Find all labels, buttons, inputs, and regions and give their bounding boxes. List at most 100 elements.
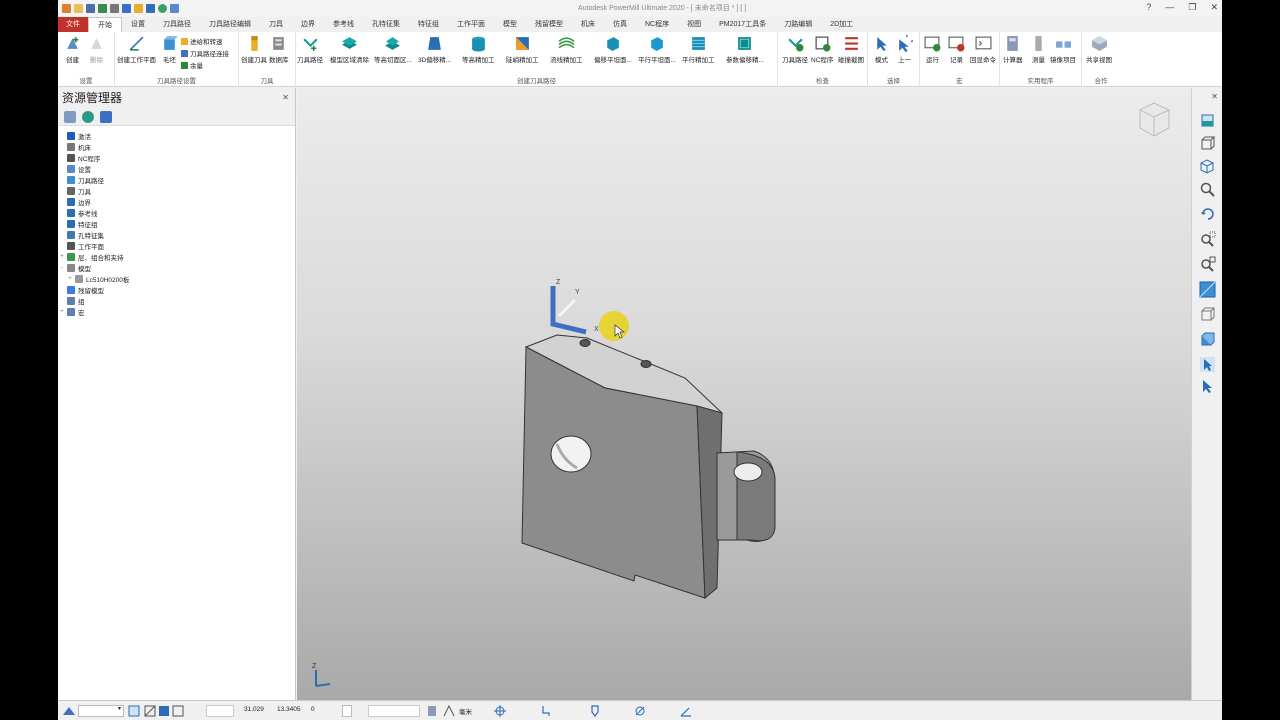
explorer-globe-icon[interactable] xyxy=(82,110,94,123)
workplane-status-icon[interactable] xyxy=(62,705,76,717)
status-command-field[interactable] xyxy=(368,705,420,717)
tab-view[interactable]: 视图 xyxy=(678,17,710,32)
explorer-tree-icon[interactable] xyxy=(64,110,76,123)
steep-finishing-button[interactable]: 陡峭精加工 xyxy=(506,35,539,64)
grid-status-icon[interactable] xyxy=(128,705,140,717)
delete-button[interactable]: 删除 xyxy=(88,35,105,64)
tree-item[interactable]: + Lc510H0200板 xyxy=(58,273,295,284)
collision-button[interactable]: 碰撞截图 xyxy=(838,35,864,64)
tree-item[interactable]: 孔特征集 xyxy=(58,229,295,240)
solid-view-icon[interactable] xyxy=(1199,331,1216,348)
refresh-icon[interactable] xyxy=(1199,206,1216,223)
graphics-viewport[interactable]: Z Y X Z xyxy=(297,88,1191,700)
tree-item[interactable]: 残留模型 xyxy=(58,284,295,295)
tool-icon[interactable] xyxy=(134,4,143,13)
help-icon[interactable]: ? xyxy=(1146,2,1151,13)
sphere-icon[interactable] xyxy=(158,4,167,13)
offset-flat-button[interactable]: 偏移平坦面... xyxy=(594,35,632,64)
view-toolbar-close-icon[interactable]: ✕ xyxy=(1211,92,1218,101)
tool-align-status-icon[interactable] xyxy=(540,705,552,717)
zoom-box-icon[interactable] xyxy=(1199,231,1216,248)
tab-toolpath-edit[interactable]: 刀具路径编辑 xyxy=(200,17,260,32)
tree-expander-icon[interactable]: + xyxy=(58,254,66,260)
toolpath-button[interactable]: 刀具路径 xyxy=(297,35,323,64)
tab-model[interactable]: 模型 xyxy=(494,17,526,32)
view-iso-icon[interactable] xyxy=(1199,112,1216,129)
tree-item[interactable]: 组 xyxy=(58,295,295,306)
undo-icon[interactable] xyxy=(110,4,119,13)
diameter-status-icon[interactable] xyxy=(634,705,646,717)
tab-home[interactable]: 开始 xyxy=(88,17,122,32)
tab-simulation[interactable]: 仿真 xyxy=(604,17,636,32)
tab-boundary[interactable]: 边界 xyxy=(292,17,324,32)
check-toolpath-button[interactable]: 刀具路径 xyxy=(782,35,808,64)
feeds-button[interactable]: 进给和转速 xyxy=(181,36,223,46)
tree-item[interactable]: 刀具路径 xyxy=(58,174,295,185)
tab-holes[interactable]: 孔特征集 xyxy=(363,17,409,32)
ortho-status-icon[interactable] xyxy=(158,705,170,717)
create-workplane-button[interactable]: 创建工作平面 xyxy=(117,35,156,64)
parametric-offset-button[interactable]: 参数偏移精... xyxy=(726,35,764,64)
echo-commands-button[interactable]: 回显命令 xyxy=(970,35,996,64)
tree-item[interactable]: 工作平面 xyxy=(58,240,295,251)
select-mode-button[interactable]: 模式 xyxy=(873,35,890,64)
zoom-fit-icon[interactable] xyxy=(1199,256,1216,273)
tree-item[interactable]: + 宏 xyxy=(58,306,295,317)
tab-setup[interactable]: 设置 xyxy=(122,17,154,32)
tab-machine[interactable]: 机床 xyxy=(572,17,604,32)
angle-status-icon[interactable] xyxy=(680,705,692,717)
close-icon[interactable]: ✕ xyxy=(1210,2,1218,13)
tree-expander-icon[interactable]: + xyxy=(58,309,66,315)
tab-workplane[interactable]: 工作平面 xyxy=(448,17,494,32)
layer-status-icon[interactable] xyxy=(172,705,184,717)
viewport-canvas[interactable]: Z Y X Z xyxy=(297,88,1191,700)
tree-item[interactable]: 刀具 xyxy=(58,185,295,196)
chart-icon[interactable] xyxy=(170,4,179,13)
tree-item[interactable]: NC程序 xyxy=(58,152,295,163)
shaded-view-icon[interactable] xyxy=(1199,281,1216,298)
tree-item[interactable]: 设置 xyxy=(58,163,295,174)
status-checkbox[interactable] xyxy=(342,705,352,717)
view-box-icon[interactable] xyxy=(1199,135,1216,152)
model-area-clearance-button[interactable]: 模型区域清除 xyxy=(330,35,369,64)
save-icon[interactable] xyxy=(86,4,95,13)
tree-item[interactable]: - 模型 xyxy=(58,262,295,273)
raster-flat-button[interactable]: 平行平坦面... xyxy=(638,35,676,64)
calculator-status-icon[interactable] xyxy=(426,705,438,717)
tree-item[interactable]: 机床 xyxy=(58,141,295,152)
minimize-icon[interactable]: — xyxy=(1165,2,1174,13)
tool-database-button[interactable]: 数据库 xyxy=(269,35,289,64)
constant-z-roughing-button[interactable]: 等高切面区... xyxy=(374,35,412,64)
tab-stock-model[interactable]: 残留模型 xyxy=(526,17,572,32)
connections-button[interactable]: 刀具路径连接 xyxy=(181,48,229,58)
zoom-rotate-icon[interactable] xyxy=(1199,181,1216,198)
3d-offset-finishing-button[interactable]: 3D偏移精... xyxy=(418,35,451,64)
tree-item[interactable]: 激活 xyxy=(58,130,295,141)
macro-run-button[interactable]: 运行 xyxy=(924,35,941,64)
wireframe-view-icon[interactable] xyxy=(1199,306,1216,323)
part-model[interactable] xyxy=(521,334,776,600)
draw-icon[interactable] xyxy=(98,4,107,13)
snap-status-icon[interactable] xyxy=(144,705,156,717)
select-previous-button[interactable]: 上一 xyxy=(896,35,913,64)
constant-z-finishing-button[interactable]: 等高精加工 xyxy=(462,35,495,64)
create-tool-button[interactable]: 创建刀具 xyxy=(241,35,267,64)
raster-finishing-button[interactable]: 平行精加工 xyxy=(682,35,715,64)
explorer-close-icon[interactable]: ✕ xyxy=(282,88,289,108)
select-highlight-icon[interactable] xyxy=(1199,356,1216,373)
mirror-items-button[interactable]: 镜像项目 xyxy=(1050,35,1076,64)
restore-icon[interactable]: ❐ xyxy=(1188,2,1196,13)
explorer-delete-icon[interactable] xyxy=(100,110,112,123)
thickness-button[interactable]: 余量 xyxy=(181,60,203,70)
check-nc-program-button[interactable]: NC程序 xyxy=(811,35,833,64)
flowline-finishing-button[interactable]: 流线精加工 xyxy=(550,35,583,64)
tab-toolpath[interactable]: 刀具路径 xyxy=(154,17,200,32)
view-cube-icon[interactable] xyxy=(1139,102,1170,137)
units-status-icon[interactable] xyxy=(443,705,455,717)
tree-item[interactable]: 参考线 xyxy=(58,207,295,218)
tab-feature-group[interactable]: 特征组 xyxy=(409,17,448,32)
tree-item[interactable]: 特征组 xyxy=(58,218,295,229)
tab-path-edit[interactable]: 刀路编辑 xyxy=(775,17,821,32)
tree-item[interactable]: + 层、组合和夹持 xyxy=(58,251,295,262)
app-logo-icon[interactable] xyxy=(62,4,71,13)
